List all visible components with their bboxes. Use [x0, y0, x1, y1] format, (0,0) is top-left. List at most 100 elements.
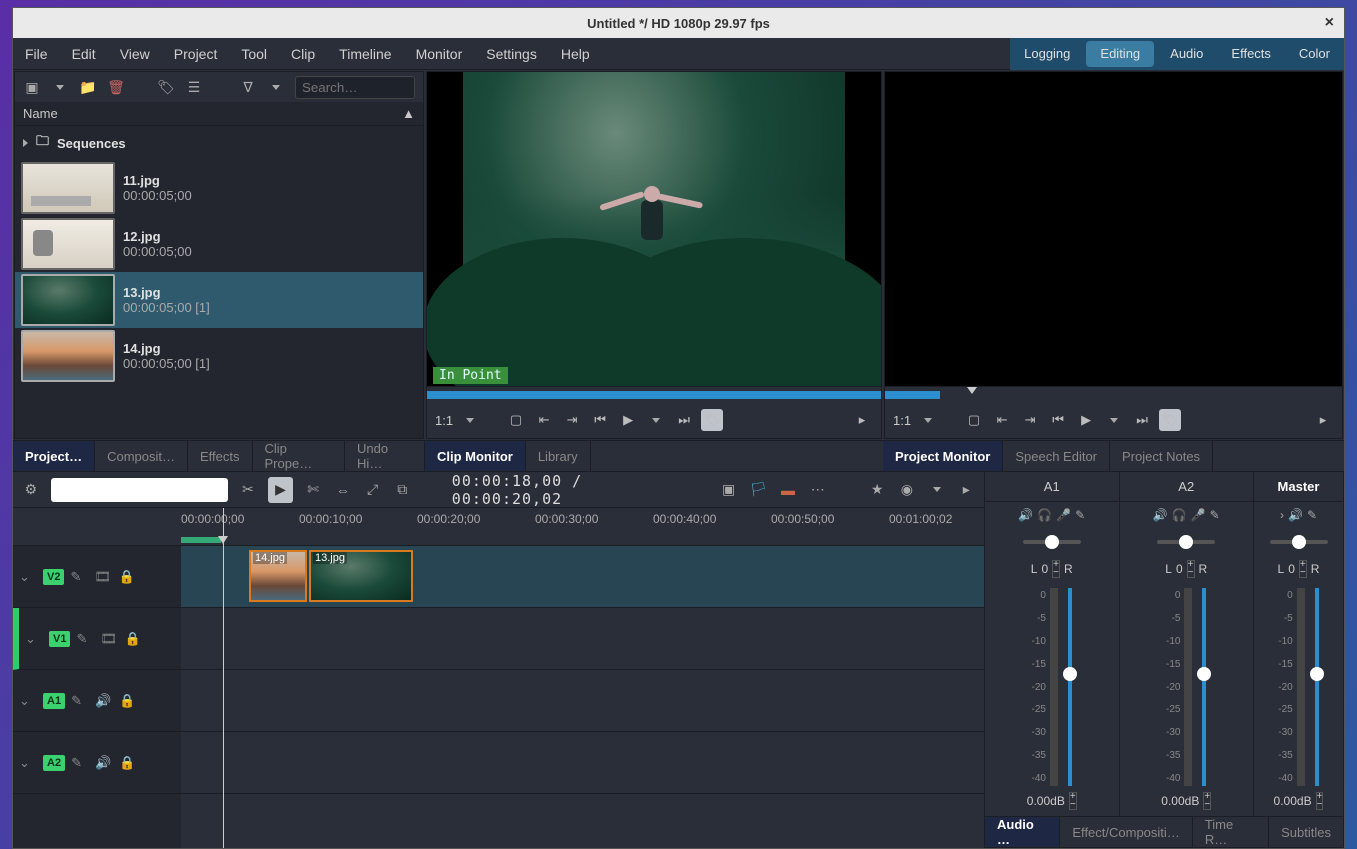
expand-icon[interactable]: ›	[1280, 508, 1284, 526]
film-icon[interactable]: 🎞	[94, 569, 112, 585]
tab-speech-editor[interactable]: Speech Editor	[1003, 441, 1110, 471]
zoom-fit-icon[interactable]: ▣	[719, 480, 739, 500]
out-point-icon[interactable]: ⇥	[1019, 409, 1041, 431]
add-clip-icon[interactable]: ▣	[23, 78, 41, 96]
track-lane-a2[interactable]	[181, 732, 984, 794]
mute-icon[interactable]: 🔊	[1153, 508, 1168, 526]
delete-icon[interactable]: 🗑	[107, 78, 125, 96]
star-icon[interactable]: ★	[867, 480, 887, 500]
menu-clip[interactable]: Clip	[279, 46, 327, 62]
db-stepper[interactable]: +−	[1069, 792, 1077, 810]
clip-monitor-scrubber[interactable]	[427, 386, 881, 402]
timeline-clip-13[interactable]: 13.jpg	[309, 550, 413, 602]
menu-project[interactable]: Project	[162, 46, 230, 62]
pan-slider[interactable]	[1023, 540, 1081, 544]
bin-clip-11[interactable]: 11.jpg 00:00:05;00	[15, 160, 423, 216]
chevron-down-icon[interactable]	[267, 78, 285, 96]
mute-icon[interactable]: 🔊	[1018, 508, 1033, 526]
record-icon[interactable]: ◉	[897, 480, 917, 500]
sequence-combo[interactable]	[51, 478, 228, 502]
fast-forward-icon[interactable]: ⏭	[673, 409, 695, 431]
add-track-icon[interactable]: ▬	[778, 480, 798, 500]
chevron-down-icon[interactable]	[645, 409, 667, 431]
rewind-icon[interactable]: ⏮	[589, 409, 611, 431]
in-point-icon[interactable]: ⇤	[533, 409, 555, 431]
filter-icon[interactable]: ∇	[239, 78, 257, 96]
bin-clip-13[interactable]: 13.jpg 00:00:05;00 [1]	[15, 272, 423, 328]
expand-icon[interactable]	[23, 139, 28, 147]
folder-add-icon[interactable]: 📁	[79, 78, 97, 96]
tab-compositions[interactable]: Composit…	[95, 441, 188, 471]
fit-icon[interactable]: ⤢	[363, 480, 383, 500]
timeline-clip-14[interactable]: 14.jpg	[249, 550, 307, 602]
collapse-icon[interactable]: ⌄	[19, 755, 37, 771]
mode-color[interactable]: Color	[1285, 38, 1344, 70]
fx-icon[interactable]: ✎	[70, 569, 88, 585]
fast-forward-icon[interactable]: ⏭	[1131, 409, 1153, 431]
collapse-icon[interactable]: ⌄	[25, 631, 43, 647]
fx-icon[interactable]: ✎	[71, 693, 89, 709]
menu-help[interactable]: Help	[549, 46, 602, 62]
menu-file[interactable]: File	[13, 46, 60, 62]
sequences-folder[interactable]: 🗀 Sequences	[15, 126, 423, 160]
chevron-down-icon[interactable]	[927, 480, 947, 500]
track-head-v1[interactable]: ⌄ V1 ✎ 🎞 🔒	[13, 608, 181, 670]
out-point-icon[interactable]: ⇥	[561, 409, 583, 431]
db-stepper[interactable]: +−	[1203, 792, 1211, 810]
mute-icon[interactable]: 🔊	[1288, 508, 1303, 526]
chevron-down-icon[interactable]	[459, 409, 481, 431]
menu-icon[interactable]: ☰	[185, 78, 203, 96]
tab-project-notes[interactable]: Project Notes	[1110, 441, 1213, 471]
track-head-a1[interactable]: ⌄ A1 ✎ 🔊 🔒	[13, 670, 181, 732]
menu-timeline[interactable]: Timeline	[327, 46, 403, 62]
collapse-icon[interactable]: ⌄	[19, 569, 37, 585]
tab-time-remap[interactable]: Time R…	[1193, 817, 1269, 847]
project-monitor-view[interactable]	[885, 72, 1342, 386]
mode-audio[interactable]: Audio	[1156, 38, 1217, 70]
tab-project[interactable]: Project…	[13, 441, 95, 471]
fx-icon[interactable]: ✎	[76, 631, 94, 647]
more-icon[interactable]: ▸	[851, 409, 873, 431]
rewind-icon[interactable]: ⏮	[1047, 409, 1069, 431]
more-icon[interactable]: ▸	[1312, 409, 1334, 431]
crop-icon[interactable]: ▢	[963, 409, 985, 431]
select-tool-icon[interactable]: ▶	[268, 477, 294, 503]
bin-clip-12[interactable]: 12.jpg 00:00:05;00	[15, 216, 423, 272]
rec-icon[interactable]: 🎤	[1056, 508, 1071, 526]
options-icon[interactable]: ⋯	[808, 480, 828, 500]
pan-slider[interactable]	[1270, 540, 1328, 544]
tag-icon[interactable]: 🏷	[157, 78, 175, 96]
mode-editing[interactable]: Editing	[1086, 41, 1154, 67]
bin-clip-14[interactable]: 14.jpg 00:00:05;00 [1]	[15, 328, 423, 384]
rec-icon[interactable]: 🎤	[1191, 508, 1206, 526]
pan-stepper[interactable]: +−	[1299, 560, 1307, 578]
tab-clip-properties[interactable]: Clip Prope…	[253, 441, 346, 471]
razor-icon[interactable]: ✂	[238, 480, 258, 500]
menu-settings[interactable]: Settings	[474, 46, 549, 62]
film-icon[interactable]: 🎞	[100, 631, 118, 647]
track-head-a2[interactable]: ⌄ A2 ✎ 🔊 🔒	[13, 732, 181, 794]
tab-subtitles[interactable]: Subtitles	[1269, 817, 1344, 847]
solo-icon[interactable]: 🎧	[1172, 508, 1187, 526]
close-icon[interactable]: ×	[1325, 14, 1334, 32]
more-icon[interactable]: ▸	[956, 480, 976, 500]
tab-clip-monitor[interactable]: Clip Monitor	[425, 441, 526, 471]
bin-column-header[interactable]: Name ▲	[15, 102, 423, 126]
pan-slider[interactable]	[1157, 540, 1215, 544]
track-lane-a1[interactable]	[181, 670, 984, 732]
mode-logging[interactable]: Logging	[1010, 38, 1084, 70]
marker-icon[interactable]: 🏷	[1159, 409, 1181, 431]
search-input[interactable]	[295, 76, 415, 99]
mixer-master[interactable]: Master	[1254, 472, 1344, 501]
collapse-icon[interactable]: ⌄	[19, 693, 37, 709]
spacer-icon[interactable]: ⇔	[333, 480, 353, 500]
play-icon[interactable]: ▶	[617, 409, 639, 431]
timeline-ruler[interactable]: 00:00:00;00 00:00:10;00 00:00:20;00 00:0…	[181, 508, 984, 546]
db-stepper[interactable]: +−	[1316, 792, 1324, 810]
solo-icon[interactable]: 🎧	[1037, 508, 1052, 526]
chevron-down-icon[interactable]	[917, 409, 939, 431]
project-monitor-scrubber[interactable]	[885, 386, 1342, 402]
lock-icon[interactable]: 🔒	[118, 569, 136, 585]
fx-icon[interactable]: ✎	[71, 755, 89, 771]
chevron-down-icon[interactable]	[51, 78, 69, 96]
